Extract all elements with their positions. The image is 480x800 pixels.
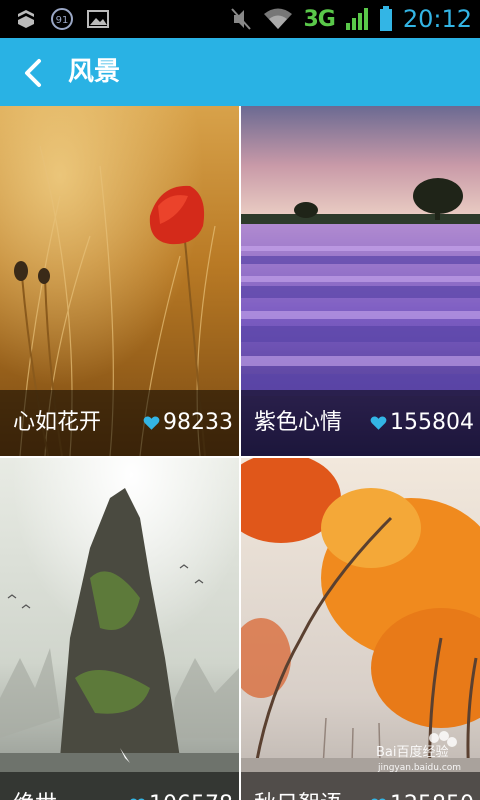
likes-count: 125850 — [390, 788, 474, 800]
heart-icon — [370, 416, 387, 430]
image-icon — [86, 7, 110, 31]
likes-counter: 106578 — [129, 788, 233, 800]
status-bar-right: 3G 20:12 — [229, 4, 472, 34]
badge-91-icon: 91 — [50, 7, 74, 31]
network-type-label: 3G — [303, 6, 335, 32]
badge-value: 91 — [56, 15, 69, 26]
likes-counter: 125850 — [370, 788, 474, 800]
wifi-icon — [263, 7, 293, 31]
chevron-left-icon — [25, 59, 41, 87]
status-bar-left: 91 — [14, 6, 110, 32]
notification-app-icon — [14, 7, 38, 31]
app-bar: 风景 — [0, 38, 480, 106]
wallpaper-grid: 心如花开 98233 紫色心情 155804 Bai百度经验 jingyan.b… — [0, 106, 480, 800]
wallpaper-title: 绝世 — [13, 788, 57, 800]
wallpaper-title: 心如花开 — [13, 410, 102, 435]
battery-icon — [379, 6, 393, 31]
wallpaper-card[interactable]: 心如花开 98233 — [0, 106, 239, 456]
watermark-text: Bai百度经验 — [376, 744, 449, 760]
clock: 20:12 — [402, 5, 472, 33]
wallpaper-thumbnail — [0, 458, 239, 800]
baidu-jingyan-watermark: Bai百度经验 jingyan.baidu.com — [374, 728, 470, 776]
wallpaper-card[interactable]: 紫色心情 155804 — [241, 106, 480, 456]
likes-count: 106578 — [149, 788, 233, 800]
page-title: 风景 — [68, 57, 121, 87]
card-caption: 秋日絮语 125850 — [241, 772, 480, 800]
wallpaper-title: 紫色心情 — [254, 410, 343, 435]
back-button[interactable] — [12, 52, 54, 94]
card-caption: 绝世 106578 — [0, 772, 239, 800]
status-bar: 91 3G 20:12 — [0, 0, 480, 38]
card-caption: 紫色心情 155804 — [241, 390, 480, 456]
wallpaper-title: 秋日絮语 — [254, 788, 342, 800]
signal-icon — [345, 7, 369, 31]
mute-icon — [229, 7, 253, 31]
heart-icon — [143, 416, 160, 430]
likes-count: 98233 — [163, 410, 233, 435]
likes-counter: 155804 — [370, 406, 474, 440]
likes-counter: 98233 — [143, 406, 233, 440]
wallpaper-card[interactable]: 绝世 106578 — [0, 458, 239, 800]
wallpaper-card[interactable]: Bai百度经验 jingyan.baidu.com 秋日絮语 125850 — [241, 458, 480, 800]
baidu-paw-icon: Bai百度经验 jingyan.baidu.com — [376, 731, 461, 773]
card-caption: 心如花开 98233 — [0, 390, 239, 456]
likes-count: 155804 — [390, 410, 474, 435]
